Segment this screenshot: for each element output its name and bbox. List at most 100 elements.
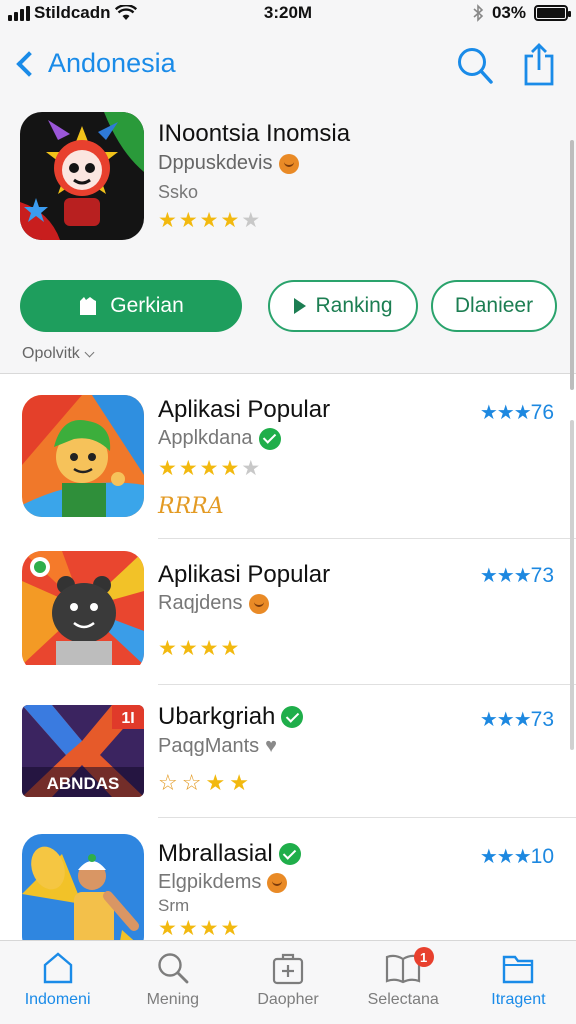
list-item-score: ★★★ 10 (480, 844, 554, 869)
list-item-title: Aplikasi Popular (158, 561, 330, 589)
chevron-down-icon (84, 347, 95, 357)
tab-indomeni[interactable]: Indomeni (0, 941, 115, 1024)
share-icon[interactable] (522, 42, 556, 86)
title-text: Aplikasi Popular (158, 396, 331, 423)
app-icon[interactable] (22, 395, 144, 517)
list-item[interactable]: Aplikasi Popular Raqjdens ★ ★ ★ ★ ★★★ 73 (0, 539, 576, 685)
star-icon: ★ (220, 637, 240, 660)
list-item-title: Aplikasi Popular (158, 396, 330, 424)
bag-icon (80, 297, 97, 315)
verified-icon (258, 427, 281, 450)
subtitle-text: PaqgMants (158, 735, 260, 757)
star-icon: ★ (158, 209, 177, 232)
subtitle-text: Applkdana (158, 427, 253, 449)
status-bar: Stildcadn 3:20M 03% (0, 0, 576, 28)
battery-percent: 03% (491, 3, 526, 22)
tab-mening[interactable]: Mening (115, 941, 230, 1024)
back-label: Andonesia (48, 48, 176, 78)
search-icon (158, 953, 189, 984)
star-outline-icon: ☆ (158, 770, 178, 795)
list-item-subtitle: Raqjdens (158, 592, 269, 615)
star-icon: ★ (205, 770, 226, 795)
star-icon: ★ (158, 637, 177, 660)
star-empty-icon: ★ (241, 457, 261, 480)
app-icon[interactable] (22, 834, 144, 940)
ranking-label: Ranking (315, 294, 393, 317)
app-icon[interactable]: 1I ABNDAS (22, 705, 144, 797)
star-icon: ★ (199, 457, 219, 480)
emoji-icon (248, 593, 269, 614)
download-button[interactable]: Dlanieer (431, 280, 557, 332)
star-icon: ★ (220, 209, 240, 232)
app-age-rating: Ssko (158, 182, 199, 202)
tab-label: Mening (146, 991, 200, 1008)
star-icon: ★ (178, 637, 198, 660)
get-button[interactable]: Gerkian (20, 280, 242, 332)
list-item-subtitle: Applkdana (158, 427, 281, 450)
list-item-score: ★★★ 73 (480, 707, 554, 732)
score-value: 73 (530, 707, 554, 731)
rating-stars: ★ ★ ★ ★ (158, 918, 239, 939)
subtitle-text: Elgpikdems (158, 871, 262, 893)
scroll-indicator[interactable] (570, 420, 574, 750)
star-icon: ★ (199, 209, 219, 232)
heart-icon: ♥ (265, 735, 278, 757)
star-icon: ★ (178, 457, 198, 480)
folder-icon (503, 955, 534, 984)
tab-label: Daopher (257, 991, 319, 1008)
star-outline-icon: ☆ (181, 770, 202, 795)
star-icon: ★ (220, 457, 240, 480)
scroll-indicator[interactable] (570, 140, 574, 390)
chevron-left-icon (16, 50, 42, 77)
rating-stars: ★ ★ ★ ★ ★ (158, 458, 260, 479)
app-icon[interactable] (22, 551, 144, 673)
star-icon: ★ (178, 209, 198, 232)
star-empty-icon: ★ (241, 209, 261, 232)
extra-marks: RRRA (158, 494, 224, 519)
tab-selectana[interactable]: 1 Selectana (346, 941, 461, 1024)
title-text: Aplikasi Popular (158, 561, 331, 588)
rating-stars-outline: ☆ ☆ ★ ★ (158, 770, 249, 796)
score-value: 10 (530, 844, 554, 868)
developer-label: Dppuskdevis (158, 152, 273, 174)
score-value: 73 (530, 563, 554, 587)
star-icon: ★ (229, 770, 249, 795)
battery-icon (534, 5, 571, 21)
list-item[interactable]: 1I ABNDAS Ubarkgriah PaqgMants ♥ ☆ ☆ ★ ★… (0, 685, 576, 818)
list-item[interactable]: Aplikasi Popular Applkdana ★ ★ ★ ★ ★ RRR… (0, 374, 576, 539)
list-item-extra: Srm (158, 896, 190, 915)
star-icon: ★★★ (479, 709, 532, 731)
star-icon: ★ (178, 917, 198, 940)
download-label: Dlanieer (454, 294, 534, 317)
list-item[interactable]: Mbrallasial Elgpikdems Srm ★ ★ ★ ★ ★★★ 1… (0, 818, 576, 940)
tab-bar: Indomeni Mening Daopher 1 Selectana Itra… (0, 940, 576, 1024)
notification-badge: 1 (413, 947, 434, 967)
tab-label: Itragent (491, 991, 546, 1008)
ranking-button[interactable]: Ranking (268, 280, 418, 332)
play-icon (294, 298, 307, 314)
subtitle-text: Raqjdens (158, 592, 243, 614)
title-text: Ubarkgriah (158, 703, 276, 730)
star-icon: ★★★ (479, 565, 532, 587)
search-icon[interactable] (456, 46, 494, 86)
icon-text: ABNDAS (47, 774, 120, 793)
tab-label: Indomeni (24, 991, 91, 1008)
tab-itragent[interactable]: Itragent (461, 941, 576, 1024)
app-developer[interactable]: Dppuskdevis (158, 152, 299, 175)
list-item-score: ★★★ 76 (480, 400, 554, 425)
verified-icon (278, 843, 301, 865)
app-title: INoontsia Inomsia (158, 120, 351, 147)
app-rating-stars: ★ ★ ★ ★ ★ (158, 210, 260, 231)
tab-daopher[interactable]: Daopher (230, 941, 345, 1024)
list-item-subtitle: PaqgMants ♥ (158, 735, 277, 758)
rating-stars: ★ ★ ★ ★ (158, 638, 239, 659)
list-item-subtitle: Elgpikdems (158, 871, 288, 894)
list-item-score: ★★★ 73 (480, 563, 554, 588)
app-header: INoontsia Inomsia Dppuskdevis Ssko ★ ★ ★… (20, 112, 560, 252)
emoji-icon (278, 153, 299, 174)
star-icon: ★ (199, 917, 219, 940)
app-icon[interactable] (20, 112, 144, 240)
back-button[interactable]: Andonesia (12, 48, 176, 79)
briefcase-plus-icon (272, 953, 304, 985)
options-dropdown[interactable]: Opolvitk (22, 345, 95, 363)
